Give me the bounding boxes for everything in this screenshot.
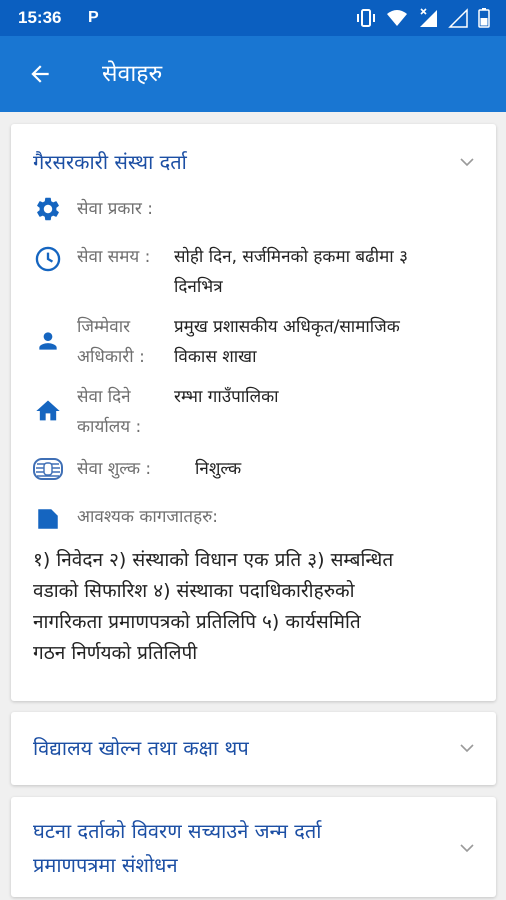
signal-off-icon (420, 8, 437, 27)
page-title: सेवाहरु (102, 61, 163, 87)
officer-label-line1: जिम्मेवार (77, 317, 131, 337)
app-bar: सेवाहरु (0, 36, 506, 112)
back-button[interactable] (22, 56, 58, 92)
office-value: रम्भा गाउँपालिका (174, 387, 279, 407)
documents-line: १) निवेदन २) संस्थाको विधान एक प्रति ३) … (33, 549, 394, 571)
documents-row: आवश्यक कागजातहरु: (33, 502, 483, 536)
arrow-back-icon (31, 65, 49, 83)
documents-list: १) निवेदन २) संस्थाको विधान एक प्रति ३) … (33, 545, 483, 669)
documents-line: गठन निर्णयको प्रतिलिपी (33, 642, 198, 664)
service-title: विद्यालय खोल्न तथा कक्षा थप (33, 736, 249, 760)
home-icon (33, 396, 63, 426)
chevron-up-icon[interactable] (460, 157, 474, 167)
file-icon (33, 504, 63, 534)
service-time-value-line2: दिनभित्र (174, 277, 223, 297)
service-time-row: सेवा समय : सोही दिन, सर्जमिनको हकमा बढीम… (33, 240, 483, 302)
battery-icon (478, 8, 490, 28)
officer-row: जिम्मेवार अधिकारी : प्रमुख प्रशासकीय अधि… (33, 312, 483, 374)
chevron-down-icon[interactable] (460, 743, 474, 753)
officer-label-line2: अधिकारी : (77, 347, 145, 367)
service-title: गैरसरकारी संस्था दर्ता (33, 150, 187, 174)
clock-icon (33, 244, 63, 274)
signal-icon (448, 8, 468, 28)
documents-line: वडाको सिफारिश ४) संस्थाका पदाधिकारीहरुको (33, 580, 355, 602)
office-label-line2: कार्यालय : (77, 417, 142, 437)
office-row: सेवा दिने कार्यालय : रम्भा गाउँपालिका (33, 382, 483, 444)
person-icon (33, 326, 63, 356)
fee-icon (33, 454, 63, 484)
documents-line: नागरिकता प्रमाणपत्रको प्रतिलिपि ५) कार्य… (33, 611, 361, 633)
service-type-row: सेवा प्रकार : (33, 192, 483, 226)
service-title-line1: घटना दर्ताको विवरण सच्याउने जन्म दर्ता (33, 819, 322, 843)
wifi-icon (387, 10, 407, 26)
service-card-header[interactable]: गैरसरकारी संस्था दर्ता (11, 124, 496, 196)
app-notification-icon: P (88, 9, 99, 26)
status-icons (356, 8, 490, 28)
service-time-value-line1: सोही दिन, सर्जमिनको हकमा बढीमा ३ (174, 247, 408, 267)
chevron-down-icon[interactable] (460, 843, 474, 853)
vibrate-icon (357, 9, 375, 27)
status-bar: 15:36 P (0, 0, 506, 36)
gear-icon (33, 194, 63, 224)
fee-label: सेवा शुल्क : (77, 459, 152, 479)
service-card[interactable]: विद्यालय खोल्न तथा कक्षा थप (11, 712, 496, 785)
fee-value: निशुल्क (195, 459, 242, 479)
fee-row: सेवा शुल्क : निशुल्क (33, 452, 483, 486)
service-type-label: सेवा प्रकार : (77, 199, 153, 219)
office-label-line1: सेवा दिने (77, 387, 131, 407)
service-card: गैरसरकारी संस्था दर्ता सेवा प्रकार : सेव… (11, 124, 496, 701)
service-title-line2: प्रमाणपत्रमा संशोधन (33, 853, 178, 877)
documents-label: आवश्यक कागजातहरु: (77, 507, 219, 527)
service-time-label: सेवा समय : (77, 247, 151, 267)
officer-value-line2: विकास शाखा (174, 347, 257, 367)
status-time: 15:36 (18, 8, 62, 27)
officer-value-line1: प्रमुख प्रशासकीय अधिकृत/सामाजिक (174, 317, 400, 337)
service-card[interactable]: घटना दर्ताको विवरण सच्याउने जन्म दर्ता प… (11, 797, 496, 897)
